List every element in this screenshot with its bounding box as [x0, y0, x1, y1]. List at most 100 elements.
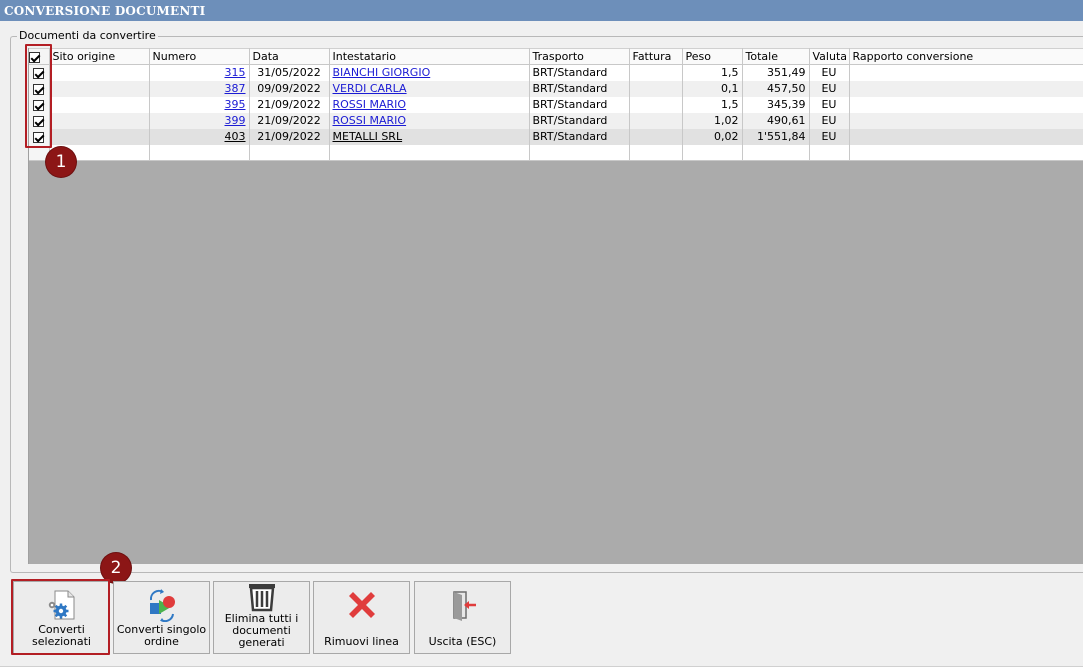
uscita-label: Uscita (ESC)	[428, 635, 497, 648]
column-header-totale[interactable]: Totale	[742, 48, 810, 65]
table-row[interactable]: 395 21/09/2022 ROSSI MARIO BRT/Standard …	[29, 96, 1083, 113]
numero-link[interactable]: 387	[225, 82, 246, 95]
empty-cell	[529, 144, 630, 161]
cell-valuta: EU	[809, 112, 850, 129]
bottom-status-strip	[0, 666, 1083, 672]
empty-cell	[809, 144, 850, 161]
column-header-fattura[interactable]: Fattura	[629, 48, 683, 65]
cell-totale: 457,50	[742, 80, 810, 97]
documents-grid[interactable]: Sito origine Numero Data Intestatario Tr…	[28, 48, 1083, 564]
cell-data: 09/09/2022	[249, 80, 330, 97]
window-title: CONVERSIONE DOCUMENTI	[0, 0, 1083, 21]
trash-icon	[248, 584, 275, 612]
cell-peso: 0,02	[682, 128, 743, 145]
empty-cell	[249, 144, 330, 161]
cell-peso: 0,1	[682, 80, 743, 97]
cell-peso: 1,5	[682, 64, 743, 81]
cell-fattura	[629, 64, 683, 81]
column-header-peso[interactable]: Peso	[682, 48, 743, 65]
intestatario-link[interactable]: BIANCHI GIORGIO	[333, 66, 431, 79]
table-header: Sito origine Numero Data Intestatario Tr…	[29, 48, 1083, 65]
cell-totale: 490,61	[742, 112, 810, 129]
cell-data: 31/05/2022	[249, 64, 330, 81]
cell-trasporto: BRT/Standard	[529, 96, 630, 113]
cell-intestatario[interactable]: BIANCHI GIORGIO	[329, 64, 530, 81]
cell-intestatario[interactable]: ROSSI MARIO	[329, 112, 530, 129]
cell-intestatario[interactable]: METALLI SRL	[329, 128, 530, 145]
column-header-numero[interactable]: Numero	[149, 48, 250, 65]
column-header-valuta[interactable]: Valuta	[809, 48, 850, 65]
intestatario-link[interactable]: ROSSI MARIO	[333, 98, 407, 111]
groupbox-label: Documenti da convertire	[17, 29, 158, 42]
empty-cell	[149, 144, 250, 161]
cell-valuta: EU	[809, 80, 850, 97]
column-header-sito-origine[interactable]: Sito origine	[49, 48, 150, 65]
cell-fattura	[629, 112, 683, 129]
rimuovi-linea-button[interactable]: Rimuovi linea	[313, 581, 410, 654]
cell-data: 21/09/2022	[249, 112, 330, 129]
checkbox-column-highlight	[25, 44, 52, 148]
column-header-intestatario[interactable]: Intestatario	[329, 48, 530, 65]
cell-totale: 1'551,84	[742, 128, 810, 145]
cell-numero[interactable]: 395	[149, 96, 250, 113]
intestatario-link[interactable]: METALLI SRL	[333, 130, 403, 143]
exit-door-icon	[452, 591, 476, 621]
cell-numero[interactable]: 399	[149, 112, 250, 129]
converti-selezionati-highlight	[11, 579, 110, 655]
cell-rapporto-conversione	[849, 80, 1083, 97]
numero-link[interactable]: 399	[225, 114, 246, 127]
cell-totale: 351,49	[742, 64, 810, 81]
numero-link[interactable]: 403	[225, 130, 246, 143]
cell-fattura	[629, 128, 683, 145]
cell-valuta: EU	[809, 64, 850, 81]
cell-numero[interactable]: 387	[149, 80, 250, 97]
cell-valuta: EU	[809, 128, 850, 145]
cell-data: 21/09/2022	[249, 128, 330, 145]
cell-peso: 1,02	[682, 112, 743, 129]
cell-numero[interactable]: 315	[149, 64, 250, 81]
column-header-data[interactable]: Data	[249, 48, 330, 65]
cell-sito-origine	[49, 80, 150, 97]
empty-cell	[682, 144, 743, 161]
cell-intestatario[interactable]: VERDI CARLA	[329, 80, 530, 97]
cell-totale: 345,39	[742, 96, 810, 113]
cell-rapporto-conversione	[849, 128, 1083, 145]
cell-trasporto: BRT/Standard	[529, 128, 630, 145]
cell-sito-origine	[49, 64, 150, 81]
column-header-rapporto-conversione[interactable]: Rapporto conversione	[849, 48, 1083, 65]
cell-intestatario[interactable]: ROSSI MARIO	[329, 96, 530, 113]
cell-numero[interactable]: 403	[149, 128, 250, 145]
empty-cell	[849, 144, 1083, 161]
cell-data: 21/09/2022	[249, 96, 330, 113]
convert-shapes-icon	[149, 589, 175, 622]
cell-sito-origine	[49, 128, 150, 145]
cell-sito-origine	[49, 96, 150, 113]
uscita-button[interactable]: Uscita (ESC)	[414, 581, 511, 654]
converti-singolo-ordine-button[interactable]: Converti singolo ordine	[113, 581, 210, 654]
cell-rapporto-conversione	[849, 112, 1083, 129]
elimina-tutti-button[interactable]: Elimina tutti i documenti generati	[213, 581, 310, 654]
numero-link[interactable]: 395	[225, 98, 246, 111]
cell-rapporto-conversione	[849, 64, 1083, 81]
column-header-trasporto[interactable]: Trasporto	[529, 48, 630, 65]
table-row[interactable]: 399 21/09/2022 ROSSI MARIO BRT/Standard …	[29, 112, 1083, 129]
cell-valuta: EU	[809, 96, 850, 113]
rimuovi-linea-label: Rimuovi linea	[324, 635, 399, 648]
annotation-badge-1: 1	[46, 147, 76, 177]
empty-cell	[329, 144, 530, 161]
table-row[interactable]: 315 31/05/2022 BIANCHI GIORGIO BRT/Stand…	[29, 64, 1083, 81]
table-new-row[interactable]	[29, 144, 1083, 161]
documents-table: Sito origine Numero Data Intestatario Tr…	[29, 48, 1083, 161]
elimina-tutti-label: Elimina tutti i documenti generati	[224, 612, 299, 649]
table-row[interactable]: 387 09/09/2022 VERDI CARLA BRT/Standard …	[29, 80, 1083, 97]
cell-peso: 1,5	[682, 96, 743, 113]
empty-cell	[742, 144, 810, 161]
numero-link[interactable]: 315	[225, 66, 246, 79]
cell-fattura	[629, 80, 683, 97]
cell-trasporto: BRT/Standard	[529, 64, 630, 81]
cell-trasporto: BRT/Standard	[529, 80, 630, 97]
intestatario-link[interactable]: ROSSI MARIO	[333, 114, 407, 127]
cell-sito-origine	[49, 112, 150, 129]
intestatario-link[interactable]: VERDI CARLA	[333, 82, 407, 95]
table-row-selected[interactable]: 403 21/09/2022 METALLI SRL BRT/Standard …	[29, 128, 1083, 145]
